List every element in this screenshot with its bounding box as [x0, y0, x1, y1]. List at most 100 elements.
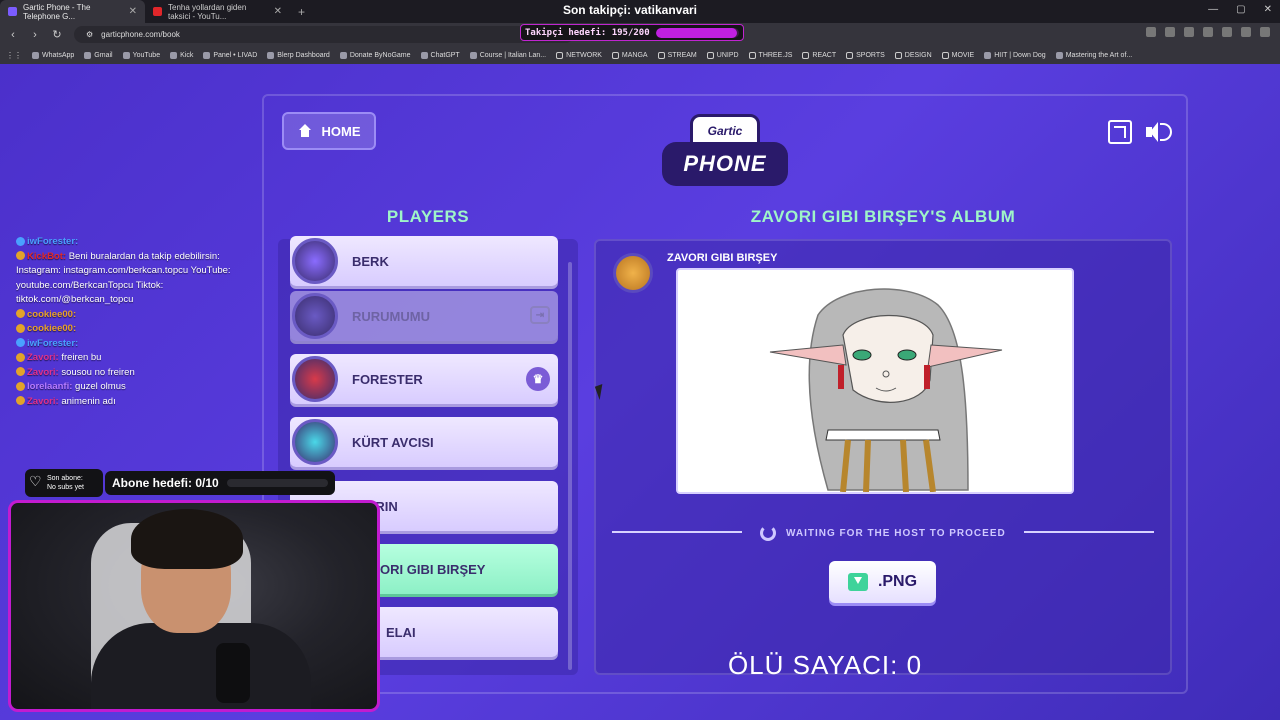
site-info-icon[interactable]: ⚙ [86, 30, 93, 39]
chat-message: iwForester: [16, 235, 256, 250]
home-button[interactable]: HOME [282, 112, 376, 150]
chat-message: iwForester: [16, 337, 256, 352]
chat-message: lorelaanfi: guzel olmus [16, 380, 256, 395]
browser-tab-youtube[interactable]: Tenha yollardan giden taksici - YouTu...… [145, 0, 290, 23]
bookmark-favicon-icon [420, 51, 428, 59]
bookmark-item[interactable]: HIIT | Down Dog [984, 51, 1046, 59]
chat-message: KickBot: Beni buralardan da takip edebil… [16, 250, 256, 308]
microphone [216, 643, 250, 703]
chat-username: Zavori: [27, 366, 59, 378]
bookmark-item[interactable]: MOVIE [941, 51, 974, 59]
player-row[interactable]: FORESTER ♛ [290, 354, 558, 404]
bookmark-item[interactable]: Panel • LIVAD [203, 51, 257, 59]
bookmark-item[interactable]: Gmail [84, 51, 113, 59]
player-name: ORI GIBI BIRŞEY [380, 561, 486, 577]
bookmark-label: REACT [812, 51, 837, 59]
badge-icon [16, 236, 25, 246]
bookmark-item[interactable]: Donate ByNoGame [339, 51, 411, 59]
bookmark-item[interactable]: UNIPD [706, 51, 739, 59]
folder-icon [657, 51, 665, 59]
wait-line-left [612, 531, 742, 533]
menu-icon[interactable] [1260, 27, 1270, 37]
bookmark-item[interactable]: DESIGN [894, 51, 932, 59]
home-label: HOME [321, 123, 361, 139]
folder-icon [556, 51, 564, 59]
badge-icon [16, 338, 25, 348]
album-author-avatar [613, 253, 653, 293]
drawing-canvas [769, 288, 1003, 492]
follow-goal-bar [655, 27, 739, 38]
extension-icon[interactable] [1241, 27, 1251, 37]
back-icon[interactable]: ‹ [4, 29, 22, 41]
bookmark-item[interactable]: REACT [802, 51, 837, 59]
follow-goal-fill [655, 27, 737, 38]
player-row[interactable]: KÜRT AVCISI [290, 417, 558, 467]
player-row[interactable]: RURUMUMU ⇥ [290, 291, 558, 341]
url-text: garticphone.com/book [101, 30, 180, 39]
chat-message: Zavori: freiren bu [16, 351, 256, 366]
chat-message: Zavori: sousou no freiren [16, 366, 256, 381]
extension-icon[interactable] [1165, 27, 1175, 37]
album-drawing [676, 268, 1074, 494]
bookmark-item[interactable]: MANGA [611, 51, 648, 59]
extension-icon[interactable] [1184, 27, 1194, 37]
extension-icon[interactable] [1222, 27, 1232, 37]
home-icon [298, 124, 312, 138]
extension-icon[interactable] [1203, 27, 1213, 37]
bookmark-item[interactable]: YouTube [122, 51, 161, 59]
chat-text: guzel olmus [75, 381, 126, 392]
bookmark-item[interactable]: SPORTS [846, 51, 885, 59]
last-sub-value: No subs yet [47, 484, 84, 491]
png-label: .PNG [877, 573, 918, 590]
album-author-name: ZAVORI GIBI BIRŞEY [667, 252, 778, 264]
bookmark-item[interactable]: STREAM [657, 51, 697, 59]
players-scrollbar[interactable] [568, 262, 572, 670]
badge-icon [16, 352, 25, 362]
close-window-icon[interactable]: ✕ [1264, 4, 1272, 15]
bookmark-item[interactable]: ChatGPT [420, 51, 460, 59]
close-tab-icon[interactable]: ✕ [274, 6, 282, 17]
url-field[interactable]: ⚙ garticphone.com/book [74, 26, 574, 43]
apps-icon[interactable]: ⋮⋮ [6, 51, 22, 60]
badge-icon [16, 396, 25, 406]
bookmark-item[interactable]: Kick [170, 51, 193, 59]
sub-goal-bar [226, 479, 328, 487]
close-tab-icon[interactable]: ✕ [129, 6, 137, 17]
extension-icon[interactable] [1146, 27, 1156, 37]
new-tab-icon[interactable]: + [290, 5, 313, 19]
tab-title: Tenha yollardan giden taksici - YouTu... [168, 2, 247, 21]
logo-bottom-text: PHONE [683, 151, 767, 176]
chat-message: cookiee00: [16, 322, 256, 337]
badge-icon [16, 323, 25, 333]
bookmark-favicon-icon [170, 51, 178, 59]
bookmark-item[interactable]: Blerp Dashboard [267, 51, 330, 59]
bookmark-label: DESIGN [904, 51, 932, 59]
chat-username: iwForester: [27, 236, 79, 247]
bookmark-item[interactable]: Mastering the Art of... [1055, 51, 1132, 59]
folder-icon [846, 51, 854, 59]
forward-icon[interactable]: › [26, 29, 44, 41]
player-row[interactable]: BERK [290, 236, 558, 286]
browser-tab-gartic[interactable]: Gartic Phone - The Telephone G... ✕ [0, 0, 145, 23]
reload-icon[interactable]: ↻ [48, 28, 66, 41]
badge-icon [16, 367, 25, 377]
bookmark-label: YouTube [132, 51, 161, 59]
heart-icon [29, 473, 43, 490]
bookmarks-bar: ⋮⋮ WhatsApp Gmail YouTube Kick Panel • LIVAD B… [0, 46, 1280, 64]
streamer-body [91, 623, 311, 709]
bookmark-item[interactable]: Course | Italian Lan... [469, 51, 546, 59]
exit-icon[interactable]: ⇥ [530, 306, 550, 324]
minimize-icon[interactable]: — [1208, 4, 1218, 15]
folder-icon [611, 51, 619, 59]
bookmark-item[interactable]: NETWORK [556, 51, 602, 59]
bookmark-label: ChatGPT [430, 51, 460, 59]
download-png-button[interactable]: .PNG [829, 561, 936, 603]
gartic-favicon-icon [8, 7, 17, 16]
bookmark-item[interactable]: THREE.JS [748, 51, 792, 59]
sub-goal-widget: Abone hedefi: 0/10 [105, 471, 335, 495]
fullscreen-icon[interactable] [1108, 120, 1132, 144]
death-counter: ÖLÜ SAYACI: 0 [727, 650, 923, 680]
bookmark-item[interactable]: WhatsApp [32, 51, 74, 59]
sub-goal-label: Abone hedefi: 0/10 [112, 476, 219, 490]
maximize-icon[interactable]: ▢ [1236, 4, 1245, 15]
